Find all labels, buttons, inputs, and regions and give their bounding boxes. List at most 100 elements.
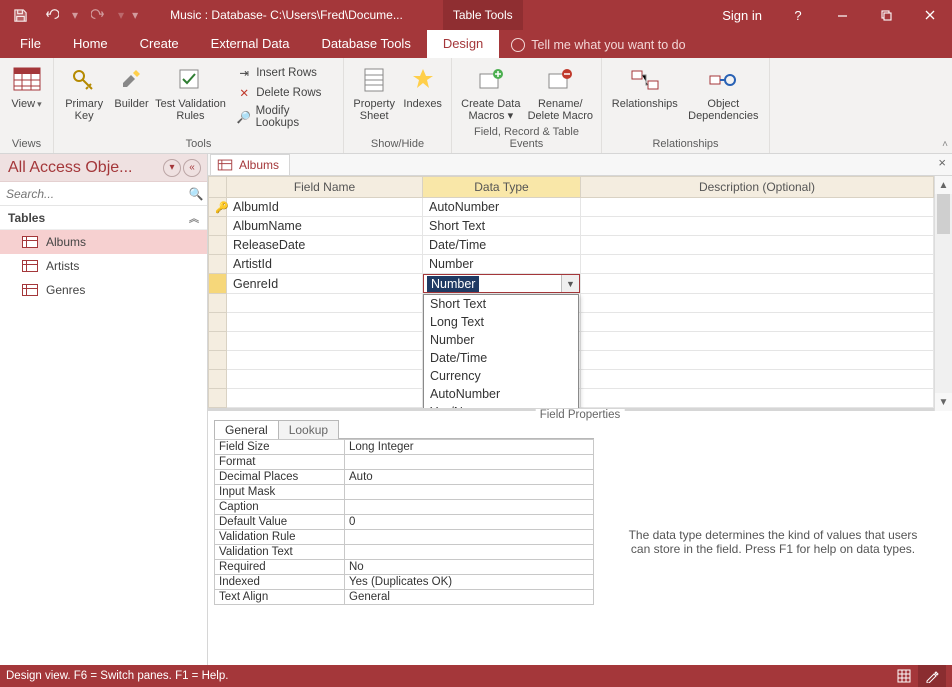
scroll-down-icon[interactable]: ▼ [935, 393, 952, 411]
field-row[interactable]: AlbumNameShort Text [209, 217, 934, 236]
property-value[interactable] [345, 500, 594, 515]
data-type-combobox[interactable]: Number ▼ [423, 274, 580, 293]
property-row[interactable]: Caption [215, 500, 594, 515]
datasheet-view-icon[interactable] [890, 665, 918, 687]
property-value[interactable]: No [345, 560, 594, 575]
property-value[interactable]: General [345, 590, 594, 605]
create-data-macros-button[interactable]: Create Data Macros ▾ [458, 62, 524, 122]
nav-section-tables[interactable]: Tables ︽ [0, 206, 207, 230]
property-row[interactable]: Text AlignGeneral [215, 590, 594, 605]
row-selector-active[interactable] [209, 274, 227, 294]
field-properties-grid[interactable]: Field SizeLong IntegerFormatDecimal Plac… [214, 439, 594, 605]
primary-key-label: Primary Key [65, 98, 103, 122]
property-value[interactable]: Yes (Duplicates OK) [345, 575, 594, 590]
property-sheet-button[interactable]: Property Sheet [350, 62, 398, 122]
properties-tab-lookup[interactable]: Lookup [278, 420, 339, 439]
tab-home[interactable]: Home [57, 30, 124, 58]
properties-tab-general[interactable]: General [214, 420, 279, 439]
status-text: Design view. F6 = Switch panes. F1 = Hel… [6, 670, 228, 682]
property-value[interactable]: 0 [345, 515, 594, 530]
test-validation-button[interactable]: Test Validation Rules [155, 62, 226, 122]
data-type-option[interactable]: Currency [424, 367, 578, 385]
property-row[interactable]: Format [215, 455, 594, 470]
col-field-name[interactable]: Field Name [227, 177, 423, 198]
view-button[interactable]: View [6, 62, 47, 110]
modify-lookups-button[interactable]: 🔎Modify Lookups [232, 104, 337, 130]
design-view-icon[interactable] [918, 665, 946, 687]
tab-external-data[interactable]: External Data [195, 30, 306, 58]
tab-create[interactable]: Create [124, 30, 195, 58]
property-value[interactable]: Long Integer [345, 440, 594, 455]
data-type-dropdown[interactable]: Short TextLong TextNumberDate/TimeCurren… [423, 294, 579, 411]
grid-corner[interactable] [209, 177, 227, 198]
field-row-active[interactable]: GenreId Number ▼ Short TextLong TextNumb… [209, 274, 934, 294]
insert-rows-icon: ⇥ [236, 65, 252, 81]
sign-in-link[interactable]: Sign in [708, 8, 776, 23]
field-row[interactable]: ArtistIdNumber [209, 255, 934, 274]
field-grid[interactable]: Field Name Data Type Description (Option… [208, 176, 934, 408]
search-icon[interactable]: 🔍 [185, 187, 207, 201]
data-type-option[interactable]: Short Text [424, 295, 578, 313]
data-type-option[interactable]: Number [424, 331, 578, 349]
property-value[interactable]: Auto [345, 470, 594, 485]
maximize-button[interactable] [864, 0, 908, 30]
primary-key-button[interactable]: Primary Key [60, 62, 108, 122]
property-row[interactable]: Validation Rule [215, 530, 594, 545]
property-value[interactable] [345, 530, 594, 545]
nav-menu-icon[interactable]: ▾ [163, 159, 181, 177]
scroll-up-icon[interactable]: ▲ [935, 176, 952, 194]
property-row[interactable]: Decimal PlacesAuto [215, 470, 594, 485]
minimize-button[interactable] [820, 0, 864, 30]
property-value[interactable] [345, 545, 594, 560]
nav-search-input[interactable] [0, 184, 185, 204]
undo-icon[interactable] [38, 1, 66, 29]
delete-rows-button[interactable]: ✕Delete Rows [232, 84, 337, 102]
object-dependencies-button[interactable]: Object Dependencies [684, 62, 763, 122]
rename-delete-macro-button[interactable]: Rename/ Delete Macro [526, 62, 595, 122]
tab-database-tools[interactable]: Database Tools [305, 30, 426, 58]
col-data-type[interactable]: Data Type [423, 177, 581, 198]
nav-item-genres[interactable]: Genres [0, 278, 207, 302]
data-type-option[interactable]: AutoNumber [424, 385, 578, 403]
redo-icon[interactable] [84, 1, 112, 29]
indexes-button[interactable]: Indexes [400, 62, 445, 110]
data-type-option[interactable]: Long Text [424, 313, 578, 331]
contextual-tab-label: Table Tools [443, 0, 523, 30]
insert-rows-button[interactable]: ⇥Insert Rows [232, 64, 337, 82]
property-row[interactable]: RequiredNo [215, 560, 594, 575]
nav-item-albums[interactable]: Albums [0, 230, 207, 254]
close-button[interactable] [908, 0, 952, 30]
field-row[interactable]: 🔑AlbumIdAutoNumber [209, 198, 934, 217]
property-value[interactable] [345, 485, 594, 500]
data-type-option[interactable]: Date/Time [424, 349, 578, 367]
builder-button[interactable]: Builder [110, 62, 152, 110]
nav-item-artists[interactable]: Artists [0, 254, 207, 278]
lightbulb-icon [511, 38, 525, 52]
nav-header-title[interactable]: All Access Obje... [8, 159, 161, 177]
save-icon[interactable] [6, 1, 34, 29]
tell-me-search[interactable]: Tell me what you want to do [511, 38, 685, 58]
chevron-down-icon[interactable]: ▼ [561, 275, 579, 292]
nav-search[interactable]: 🔍 [0, 182, 207, 206]
document-tab-albums[interactable]: Albums [210, 154, 290, 175]
field-row[interactable]: ReleaseDateDate/Time [209, 236, 934, 255]
close-document-icon[interactable]: × [938, 155, 952, 170]
property-row[interactable]: Input Mask [215, 485, 594, 500]
help-icon[interactable]: ? [776, 0, 820, 30]
property-row[interactable]: Field SizeLong Integer [215, 440, 594, 455]
tab-design[interactable]: Design [427, 30, 499, 58]
property-row[interactable]: IndexedYes (Duplicates OK) [215, 575, 594, 590]
relationships-label: Relationships [612, 98, 678, 110]
tab-file[interactable]: File [4, 30, 57, 58]
field-properties-caption: Field Properties [536, 409, 625, 421]
relationships-button[interactable]: Relationships [608, 62, 682, 110]
grid-scrollbar[interactable]: ▲ ▼ [934, 176, 952, 411]
col-description[interactable]: Description (Optional) [581, 177, 934, 198]
property-row[interactable]: Default Value0 [215, 515, 594, 530]
scroll-thumb[interactable] [937, 194, 950, 234]
collapse-ribbon-icon[interactable]: ˄ [942, 139, 948, 150]
document-tab-label: Albums [239, 158, 279, 172]
property-row[interactable]: Validation Text [215, 545, 594, 560]
nav-collapse-icon[interactable]: « [183, 159, 201, 177]
property-value[interactable] [345, 455, 594, 470]
